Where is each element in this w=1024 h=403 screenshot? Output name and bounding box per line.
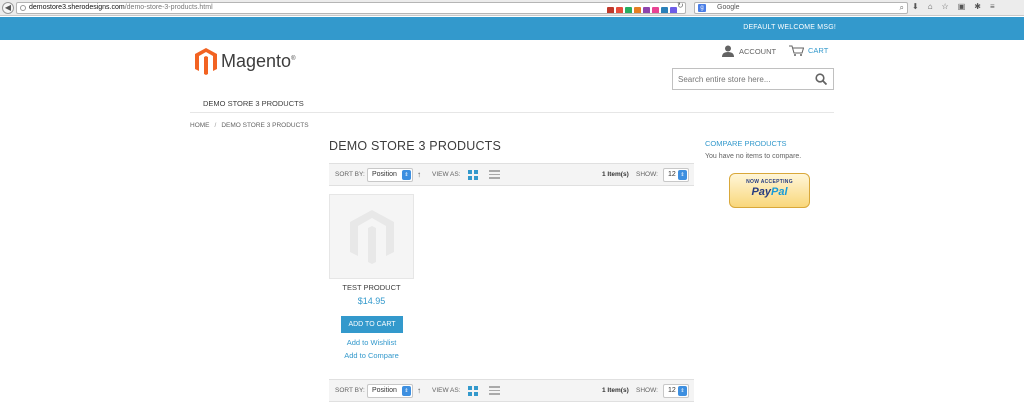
magento-logo-icon bbox=[195, 47, 217, 75]
header-topbar: DEFAULT WELCOME MSG! bbox=[0, 17, 1024, 40]
extension-icons bbox=[607, 5, 677, 13]
sort-direction-icon[interactable]: ↑ bbox=[417, 170, 421, 179]
nav-divider bbox=[190, 112, 834, 113]
reload-icon[interactable]: ↻ bbox=[677, 1, 684, 10]
extension-icon[interactable] bbox=[652, 6, 659, 13]
search-engine-label: Google bbox=[717, 4, 740, 11]
extension-icon[interactable] bbox=[616, 6, 623, 13]
url-domain: demostore3.sherodesigns.com bbox=[29, 4, 125, 11]
show-label: SHOW: bbox=[636, 387, 658, 394]
bookmark-star-icon[interactable]: ☆ bbox=[942, 2, 949, 11]
item-count: 1 Item(s) bbox=[602, 171, 629, 178]
logo-text: Magento® bbox=[221, 50, 296, 71]
toolbar-bottom: SORT BY: Position ⇕ ↑ VIEW AS: 1 Item(s)… bbox=[329, 379, 694, 402]
globe-icon bbox=[20, 5, 26, 11]
welcome-message: DEFAULT WELCOME MSG! bbox=[743, 24, 836, 31]
show-per-page-select[interactable]: 12 ⇕ bbox=[663, 168, 689, 182]
search-icon[interactable]: ⌕ bbox=[900, 3, 904, 13]
browser-toolbar: ◀ demostore3.sherodesigns.com/demo-store… bbox=[0, 0, 1024, 16]
sort-by-label: SORT BY: bbox=[335, 387, 365, 394]
compare-products-heading: COMPARE PRODUCTS bbox=[705, 139, 787, 148]
show-value: 12 bbox=[668, 171, 676, 178]
account-label: ACCOUNT bbox=[739, 46, 777, 56]
menu-icon[interactable]: ≡ bbox=[990, 2, 995, 11]
paypal-badge[interactable]: NOW ACCEPTING PayPal bbox=[729, 173, 810, 208]
paypal-logo: PayPal bbox=[751, 186, 788, 198]
url-path: /demo-store-3-products.html bbox=[124, 4, 213, 11]
list-view-icon[interactable] bbox=[489, 170, 500, 180]
nav-item-demo-store-3-products[interactable]: DEMO STORE 3 PRODUCTS bbox=[203, 99, 304, 108]
home-icon[interactable]: ⌂ bbox=[928, 2, 933, 11]
page-title: DEMO STORE 3 PRODUCTS bbox=[329, 139, 502, 153]
extension-icon[interactable] bbox=[670, 6, 677, 13]
select-arrows-icon: ⇕ bbox=[402, 386, 411, 396]
cart-link[interactable]: CART bbox=[789, 45, 828, 56]
addon-icon[interactable]: ✱ bbox=[974, 2, 981, 11]
grid-view-icon[interactable] bbox=[468, 386, 478, 396]
account-link[interactable]: ACCOUNT bbox=[722, 45, 776, 57]
extension-icon[interactable] bbox=[607, 6, 614, 13]
sort-by-select[interactable]: Position ⇕ bbox=[367, 168, 413, 182]
grid-view-icon[interactable] bbox=[468, 170, 478, 180]
show-value: 12 bbox=[668, 387, 676, 394]
list-view-icon[interactable] bbox=[489, 386, 500, 396]
add-to-wishlist-link[interactable]: Add to Wishlist bbox=[329, 338, 414, 347]
cart-icon bbox=[789, 45, 804, 56]
select-arrows-icon: ⇕ bbox=[678, 386, 687, 396]
product-image[interactable] bbox=[329, 194, 414, 279]
cart-label: CART bbox=[808, 46, 829, 55]
address-bar[interactable]: demostore3.sherodesigns.com/demo-store-3… bbox=[16, 2, 686, 14]
search-icon[interactable] bbox=[815, 73, 827, 85]
breadcrumb-home[interactable]: HOME bbox=[190, 122, 210, 129]
sort-by-label: SORT BY: bbox=[335, 171, 365, 178]
view-as-label: VIEW AS: bbox=[432, 387, 461, 394]
search-input[interactable] bbox=[673, 69, 808, 89]
back-button[interactable]: ◀ bbox=[2, 2, 14, 14]
google-icon: g bbox=[698, 4, 706, 12]
bookmarks-icon[interactable]: ▣ bbox=[958, 2, 966, 11]
show-label: SHOW: bbox=[636, 171, 658, 178]
sort-by-value: Position bbox=[372, 387, 397, 394]
product-name[interactable]: TEST PRODUCT bbox=[329, 283, 414, 292]
breadcrumb-current: DEMO STORE 3 PRODUCTS bbox=[221, 122, 309, 129]
browser-toolbar-icons: ⬇ ⌂ ☆ ▣ ✱ ≡ bbox=[912, 2, 995, 11]
view-as-label: VIEW AS: bbox=[432, 171, 461, 178]
paypal-tagline: NOW ACCEPTING bbox=[746, 179, 793, 185]
item-count: 1 Item(s) bbox=[602, 387, 629, 394]
product-price: $14.95 bbox=[357, 296, 386, 306]
sort-by-value: Position bbox=[372, 171, 397, 178]
breadcrumb: HOME / DEMO STORE 3 PRODUCTS bbox=[190, 122, 309, 129]
extension-icon[interactable] bbox=[643, 6, 650, 13]
add-to-cart-button[interactable]: ADD TO CART bbox=[341, 316, 403, 333]
select-arrows-icon: ⇕ bbox=[678, 170, 687, 180]
select-arrows-icon: ⇕ bbox=[402, 170, 411, 180]
add-to-compare-link[interactable]: Add to Compare bbox=[329, 351, 414, 360]
show-per-page-select[interactable]: 12 ⇕ bbox=[663, 384, 689, 398]
browser-search-field[interactable]: g Google ⌕ bbox=[694, 2, 908, 14]
compare-empty-text: You have no items to compare. bbox=[705, 153, 802, 160]
store-search-form bbox=[672, 68, 834, 90]
magento-placeholder-icon bbox=[349, 209, 394, 264]
user-icon bbox=[722, 45, 734, 57]
sort-direction-icon[interactable]: ↑ bbox=[417, 386, 421, 395]
extension-icon[interactable] bbox=[661, 6, 668, 13]
toolbar-top: SORT BY: Position ⇕ ↑ VIEW AS: 1 Item(s)… bbox=[329, 163, 694, 186]
store-logo[interactable]: Magento® bbox=[195, 46, 295, 76]
extension-icon[interactable] bbox=[634, 6, 641, 13]
extension-icon[interactable] bbox=[625, 6, 632, 13]
download-icon[interactable]: ⬇ bbox=[912, 2, 919, 11]
breadcrumb-separator: / bbox=[214, 122, 217, 129]
sort-by-select[interactable]: Position ⇕ bbox=[367, 384, 413, 398]
